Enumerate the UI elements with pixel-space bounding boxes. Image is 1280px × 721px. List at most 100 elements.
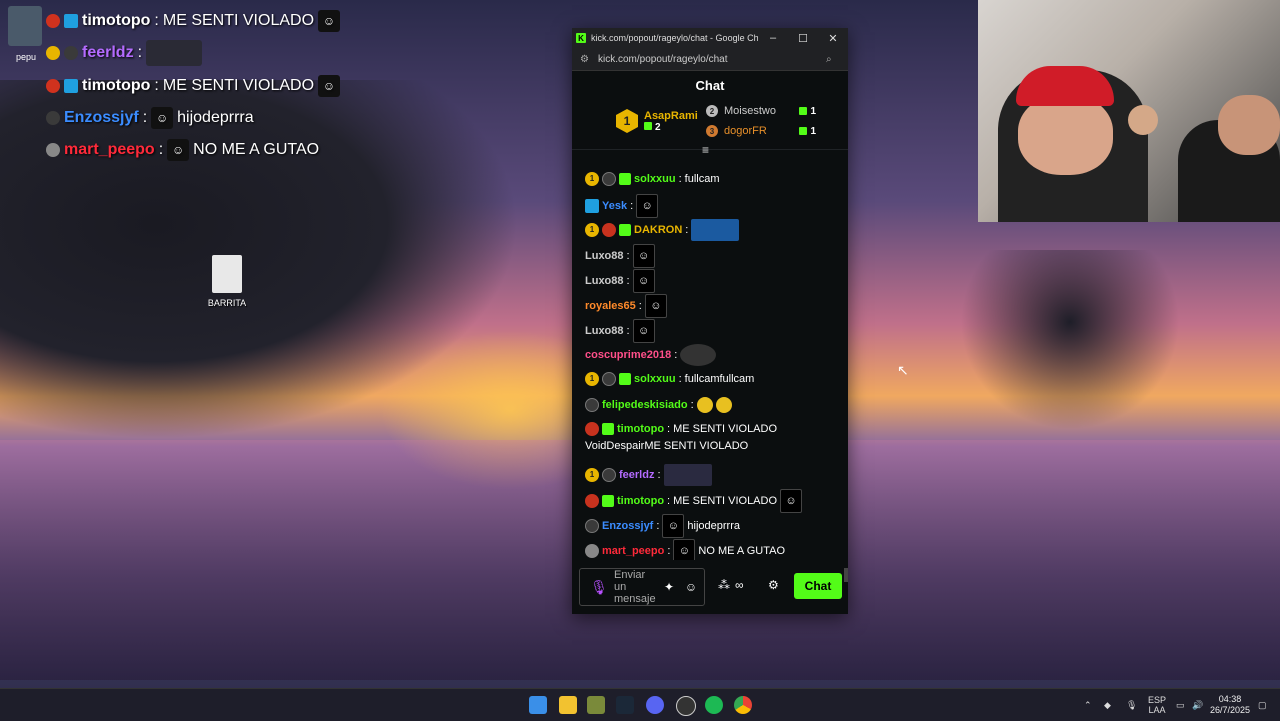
chat-username[interactable]: solxxuu xyxy=(634,172,676,186)
network-icon[interactable]: ▭ xyxy=(1176,689,1185,721)
emote-icon xyxy=(715,397,732,413)
overlay-text: ME SENTI VIOLADO xyxy=(162,77,315,94)
maximize-button[interactable]: ☐ xyxy=(788,32,818,45)
chat-username[interactable]: Luxo88 xyxy=(585,274,624,288)
cursor-icon: ↖ xyxy=(897,362,909,378)
chat-input-placeholder[interactable]: Enviar un mensaje xyxy=(614,569,658,605)
badge-icon xyxy=(46,79,60,93)
collapse-icon[interactable]: ≡ xyxy=(702,143,709,157)
badge-icon xyxy=(602,223,616,237)
chat-username[interactable]: Luxo88 xyxy=(585,249,624,263)
sub-badge-icon: 1 xyxy=(585,372,599,386)
chat-username[interactable]: timotopo xyxy=(617,422,664,436)
tray-microphone-icon[interactable]: 🎙 xyxy=(1126,689,1137,721)
leaderboard-first: 1 AsapRami 2 xyxy=(616,109,698,133)
emote-icon xyxy=(696,397,713,413)
address-bar[interactable]: ⚙ kick.com/popout/rageylo/chat ⌕ xyxy=(572,48,848,71)
chat-message-list[interactable]: 1 solxxuu: fullcam Yesk: ☺ 1 DAKRON: Lux… xyxy=(572,168,848,560)
chat-text: fullcamfullcam xyxy=(684,373,755,385)
overlay-username: Enzossjyf xyxy=(64,109,139,126)
overlay-username: mart_peepo xyxy=(64,141,155,158)
chat-text: hijodeprrra xyxy=(687,520,741,532)
chat-username[interactable]: feerldz xyxy=(619,468,654,482)
notifications-icon[interactable]: ▢ xyxy=(1258,689,1267,721)
verified-icon xyxy=(64,14,78,28)
minecraft-icon[interactable] xyxy=(587,696,605,714)
chat-text-continued: VoidDespairME SENTI VIOLADO xyxy=(585,440,749,452)
chat-username[interactable]: DAKRON xyxy=(634,223,682,237)
file-explorer-icon[interactable] xyxy=(559,696,577,714)
microphone-icon[interactable]: 🎙 xyxy=(588,579,610,596)
chat-username[interactable]: coscuprime2018 xyxy=(585,348,671,362)
gift-icon xyxy=(644,121,652,130)
site-settings-icon[interactable]: ⚙ xyxy=(580,54,594,65)
emote-icon xyxy=(146,40,203,66)
verified-icon xyxy=(64,79,78,93)
badge-icon xyxy=(602,468,616,482)
webcam-feed xyxy=(978,0,1280,222)
url-text[interactable]: kick.com/popout/rageylo/chat xyxy=(594,54,826,65)
overlay-text: NO ME A GUTAO xyxy=(193,141,320,158)
chat-username[interactable]: felipedeskisiado xyxy=(602,398,688,412)
red-cap xyxy=(1016,66,1114,106)
sub-badge-icon xyxy=(46,46,60,60)
chat-username[interactable]: royales65 xyxy=(585,299,636,313)
badge-icon xyxy=(585,519,599,533)
streamer-face xyxy=(1018,95,1113,175)
file-label[interactable]: BARRITA xyxy=(204,298,250,308)
emotes-menu-icon[interactable]: ⁂ xyxy=(718,578,730,592)
tray-app-icon[interactable]: ◆ xyxy=(1104,689,1111,721)
close-button[interactable]: ✕ xyxy=(818,32,848,45)
emote-icon xyxy=(680,344,717,366)
emote-picker-icon[interactable]: ✦ xyxy=(658,580,680,594)
chat-username[interactable]: Enzossjyf xyxy=(602,519,653,533)
gift-icon xyxy=(799,127,808,135)
clock-time: 04:38 xyxy=(1218,694,1242,704)
gifter-badge-icon xyxy=(619,173,631,185)
overlay-message: timotopo: ME SENTI VIOLADO ☺ xyxy=(46,73,341,99)
chat-message: Luxo88: ☺ xyxy=(585,244,841,268)
start-icon[interactable] xyxy=(529,696,547,714)
chat-message: mart_peepo: ☺ NO ME A GUTAO xyxy=(585,539,841,560)
gifter-badge-icon xyxy=(602,495,614,507)
chat-input[interactable]: 🎙 Enviar un mensaje ✦ ☺ xyxy=(579,568,705,606)
emoji-icon[interactable]: ☺ xyxy=(680,580,702,594)
leaderboard-name[interactable]: Moisestwo xyxy=(724,105,799,117)
file-icon[interactable] xyxy=(212,255,242,293)
window-titlebar[interactable]: K kick.com/popout/rageylo/chat - Google … xyxy=(572,28,848,48)
settings-gear-icon[interactable]: ⚙ xyxy=(768,578,779,592)
chat-username[interactable]: solxxuu xyxy=(634,372,676,386)
zoom-icon[interactable]: ⌕ xyxy=(826,54,840,65)
chrome-icon[interactable] xyxy=(734,696,752,714)
leaderboard-name[interactable]: dogorFR xyxy=(724,125,799,137)
verified-icon xyxy=(585,199,599,213)
chat-title: Chat xyxy=(695,77,725,93)
overlay-message: mart_peepo: ☺ NO ME A GUTAO xyxy=(46,137,319,163)
tray-overflow-icon[interactable]: ⌃ xyxy=(1084,689,1092,721)
chat-username[interactable]: timotopo xyxy=(617,494,664,508)
obs-icon[interactable] xyxy=(676,696,696,716)
leaderboard-first-name[interactable]: AsapRami xyxy=(644,110,698,122)
infinity-icon[interactable]: ∞ xyxy=(735,578,744,592)
chat-message: Luxo88: ☺ xyxy=(585,269,841,293)
spotify-icon[interactable] xyxy=(705,696,723,714)
minimize-button[interactable]: – xyxy=(758,32,788,44)
chat-username[interactable]: mart_peepo xyxy=(602,544,664,558)
rank-badge: 3 xyxy=(706,125,718,137)
badge-icon xyxy=(585,422,599,436)
emote-icon: ☺ xyxy=(673,539,696,560)
emote-icon xyxy=(691,219,740,241)
chat-username[interactable]: Luxo88 xyxy=(585,324,624,338)
chat-popup-window: K kick.com/popout/rageylo/chat - Google … xyxy=(572,28,848,614)
language-indicator[interactable]: ESP LAA xyxy=(1148,689,1166,721)
send-chat-button[interactable]: Chat xyxy=(794,573,842,599)
clock[interactable]: 04:38 26/7/2025 xyxy=(1210,694,1250,716)
chat-username[interactable]: Yesk xyxy=(602,199,627,213)
steam-icon[interactable] xyxy=(616,696,634,714)
overlay-message: Enzossjyf: ☺ hijodeprrra xyxy=(46,105,254,131)
guest-face xyxy=(1218,95,1280,155)
discord-icon[interactable] xyxy=(646,696,664,714)
wallpaper-tree-left xyxy=(0,80,520,440)
chat-message: coscuprime2018: xyxy=(585,344,841,366)
volume-icon[interactable]: 🔊 xyxy=(1192,689,1203,721)
